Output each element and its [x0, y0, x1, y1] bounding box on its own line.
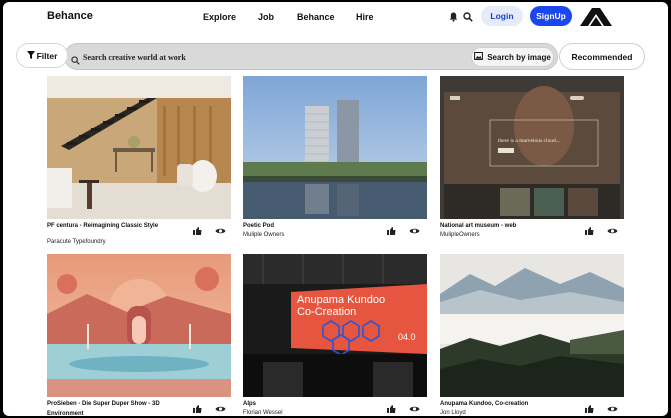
thumbs-up-icon[interactable] — [193, 222, 202, 240]
eye-icon[interactable] — [409, 400, 420, 416]
eye-icon[interactable] — [607, 222, 618, 240]
thumbs-up-icon[interactable] — [193, 400, 202, 416]
thumbs-up-icon[interactable] — [585, 400, 594, 416]
sort-recommended-button[interactable]: Recommended — [559, 43, 645, 70]
search-icon[interactable] — [462, 11, 474, 23]
nav-explore[interactable]: Explore — [203, 12, 236, 22]
behance-logo[interactable]: Behance — [47, 10, 93, 22]
login-button[interactable]: Login — [481, 6, 523, 26]
project-card[interactable]: Anupama Kundoo Co-Creation 04.0 Alps Flo… — [243, 254, 427, 416]
eye-icon[interactable] — [409, 222, 420, 240]
thumbs-up-icon[interactable] — [387, 400, 396, 416]
search-by-image-button[interactable]: Search by image — [471, 47, 554, 67]
filter-icon — [26, 50, 35, 61]
billboard-number: 04.0 — [398, 332, 416, 342]
notification-bell-icon[interactable] — [447, 11, 459, 23]
eye-icon[interactable] — [215, 400, 226, 416]
project-thumbnail[interactable]: there is a marvelous cloud... — [440, 76, 624, 219]
project-title[interactable]: Anupama Kundoo, Co-creation — [440, 400, 570, 410]
project-owner[interactable]: Paracute Typefoundry — [47, 239, 106, 245]
thumbs-up-icon[interactable] — [387, 222, 396, 240]
image-icon — [474, 52, 484, 62]
project-title[interactable]: National art museum - web — [440, 222, 570, 232]
project-card[interactable]: Poetic Pod Muliple Owners — [243, 76, 427, 238]
project-thumbnail[interactable] — [440, 254, 624, 397]
project-thumbnail[interactable] — [47, 76, 231, 219]
signup-button[interactable]: SignUp — [530, 6, 572, 26]
filter-label: Filter — [36, 50, 58, 61]
brand-logo-icon[interactable] — [580, 8, 612, 31]
eye-icon[interactable] — [215, 222, 226, 240]
app-window: Behance Explore Job Behance Hire Login S… — [3, 2, 668, 416]
nav-hire[interactable]: Hire — [356, 12, 374, 22]
search-input[interactable] — [83, 50, 463, 64]
search-by-image-label: Search by image — [487, 52, 551, 62]
project-card[interactable]: PF centura - Reimagining Classic Style P… — [47, 76, 231, 245]
nav-job[interactable]: Job — [258, 12, 274, 22]
search-bar: Search by image — [64, 43, 558, 70]
top-navigation: Behance Explore Job Behance Hire Login S… — [3, 2, 668, 32]
thumbs-up-icon[interactable] — [585, 222, 594, 240]
project-title[interactable]: ProSieben - Die Super Duper Show - 3D En… — [47, 400, 177, 416]
museum-headline: there is a marvelous cloud... — [498, 138, 560, 144]
project-card[interactable]: Anupama Kundoo, Co-creation Jon Lloyd — [440, 254, 624, 416]
project-owner[interactable]: Jon Lloyd — [440, 410, 466, 416]
project-title[interactable]: Poetic Pod — [243, 222, 373, 232]
project-title[interactable]: PF centura - Reimagining Classic Style — [47, 222, 177, 232]
project-card[interactable]: ProSieben - Die Super Duper Show - 3D En… — [47, 254, 231, 416]
project-owner[interactable]: Muliple Owners — [243, 232, 284, 238]
project-thumbnail[interactable] — [47, 254, 231, 397]
project-thumbnail[interactable]: Anupama Kundoo Co-Creation 04.0 — [243, 254, 427, 397]
billboard-line1: Anupama Kundoo — [297, 294, 386, 306]
billboard-line2: Co-Creation — [297, 306, 357, 318]
project-title[interactable]: Alps — [243, 400, 373, 410]
eye-icon[interactable] — [607, 400, 618, 416]
project-owner[interactable]: Florian Wessel — [243, 410, 283, 416]
search-icon — [71, 52, 80, 70]
project-thumbnail[interactable] — [243, 76, 427, 219]
nav-behance[interactable]: Behance — [297, 12, 335, 22]
project-owner[interactable]: MulipleOwners — [440, 232, 480, 238]
project-card[interactable]: there is a marvelous cloud... National a… — [440, 76, 624, 238]
filter-button[interactable]: Filter — [16, 43, 68, 68]
